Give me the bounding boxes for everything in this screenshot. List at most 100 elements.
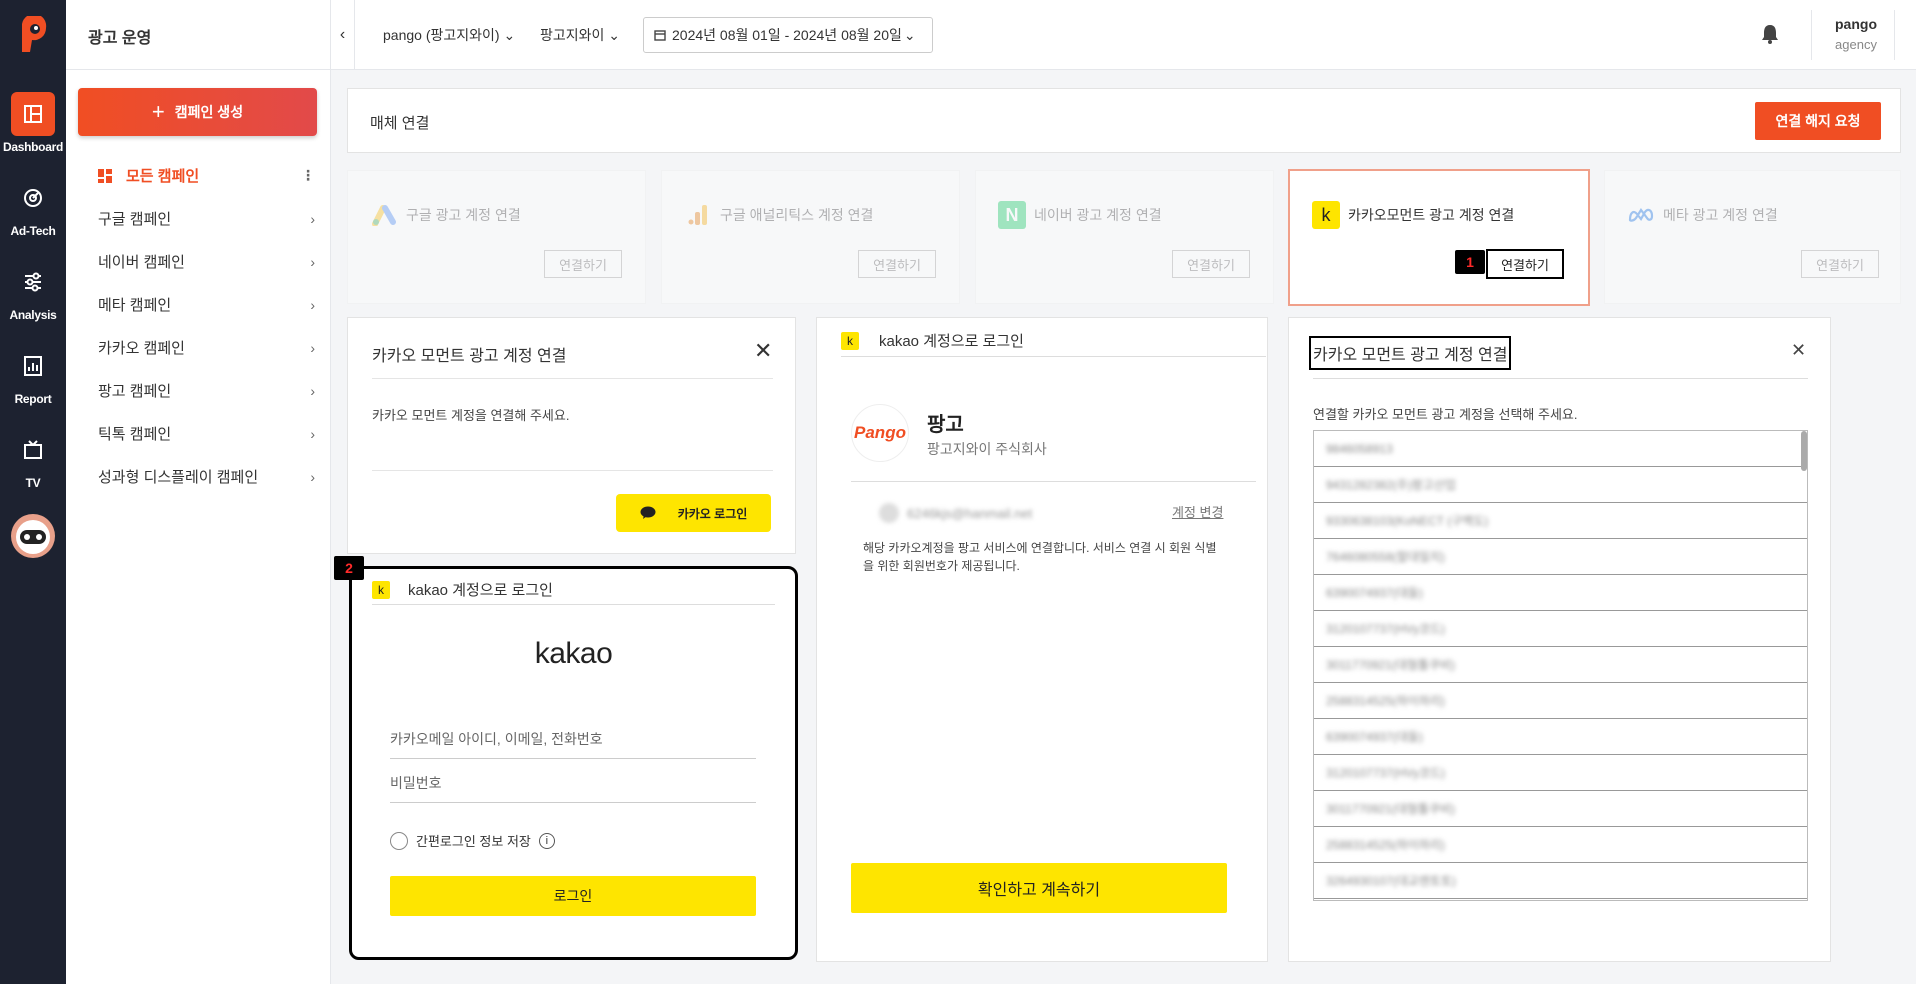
- section-title: 매체 연결: [370, 115, 430, 132]
- account-select-panel: 카카오 모먼트 광고 계정 연결 ✕ 연결할 카카오 모먼트 광고 계정을 선택…: [1288, 317, 1831, 962]
- change-account-link[interactable]: 계정 변경: [1172, 502, 1223, 521]
- date-range-value: 2024년 08월 01일 - 2024년 08월 20일: [672, 27, 902, 43]
- account-row[interactable]: 9431282382(주)팡고산업: [1314, 467, 1807, 503]
- rail-item-dashboard[interactable]: Dashboard: [0, 92, 66, 154]
- divider: [372, 378, 773, 379]
- sidebar-item-label: 팡고 캠페인: [98, 383, 172, 400]
- kakao-consent-panel: k kakao 계정으로 로그인 Pango 팡고 팡고지와이 주식회사 6246…: [816, 317, 1268, 962]
- sidebar-item-pango[interactable]: 팡고 캠페인 ›: [66, 369, 331, 412]
- account-row[interactable]: 9330638103(KoNECT (구백도): [1314, 503, 1807, 539]
- kakao-connect-panel: 카카오 모먼트 광고 계정 연결 ✕ 카카오 모먼트 계정을 연결해 주세요. …: [347, 317, 796, 554]
- sidebar-item-naver[interactable]: 네이버 캠페인 ›: [66, 240, 331, 283]
- more-vertical-icon[interactable]: ⋮: [301, 167, 315, 184]
- google-analytics-icon: [688, 205, 707, 225]
- connect-button[interactable]: 연결하기: [1172, 250, 1250, 278]
- account-id: 2588314525(하이하리): [1326, 694, 1445, 708]
- card-label: 카카오모먼트 광고 계정 연결: [1348, 207, 1515, 223]
- dashboard-icon: [24, 105, 42, 123]
- sidebar-item-tiktok[interactable]: 틱톡 캠페인 ›: [66, 412, 331, 455]
- rail-item-tv[interactable]: TV: [0, 428, 66, 490]
- rail-item-report[interactable]: Report: [0, 344, 66, 406]
- collapse-sidebar-button[interactable]: ‹: [331, 0, 355, 70]
- calendar-icon: [654, 30, 666, 41]
- info-icon[interactable]: i: [538, 832, 555, 849]
- chevron-right-icon: ›: [310, 296, 315, 313]
- sidebar-item-google[interactable]: 구글 캠페인 ›: [66, 197, 331, 240]
- account-row[interactable]: 3120107737(HVy코드): [1314, 611, 1807, 647]
- account-row[interactable]: 9846058913: [1314, 431, 1807, 467]
- user-menu[interactable]: pango agency: [1831, 16, 1881, 52]
- account-row[interactable]: 3011770921(대형톨쿠비): [1314, 791, 1807, 827]
- scrollbar[interactable]: [1801, 431, 1807, 471]
- top-bar: ‹ pango (팡고지와이) ⌄ 팡고지와이 ⌄ 2024년 08월 01일 …: [331, 0, 1916, 70]
- account-select[interactable]: pango (팡고지와이) ⌄: [383, 25, 515, 45]
- account-id: 6390074937(대들): [1326, 730, 1423, 744]
- account-row[interactable]: 6390074937(대들): [1314, 575, 1807, 611]
- service-name: 팡고: [927, 414, 964, 436]
- panel-description: 카카오 모먼트 계정을 연결해 주세요.: [372, 408, 570, 423]
- password-input[interactable]: 비밀번호: [390, 759, 756, 803]
- create-campaign-button[interactable]: + 캠페인 생성: [78, 88, 317, 136]
- sidebar-item-display[interactable]: 성과형 디스플레이 캠페인 ›: [66, 455, 331, 498]
- step-badge-2: 2: [334, 556, 364, 580]
- radio-circle[interactable]: [390, 831, 408, 850]
- chevron-left-icon: ‹: [339, 26, 346, 43]
- account-id: 3120107737(HVy코드): [1326, 766, 1446, 780]
- bell-icon[interactable]: [1761, 24, 1779, 44]
- tv-icon: [24, 440, 42, 459]
- kakao-login-button[interactable]: 카카오 로그인: [616, 494, 771, 532]
- panel-description: 연결할 카카오 모먼트 광고 계정을 선택해 주세요.: [1313, 407, 1578, 422]
- close-icon[interactable]: ✕: [754, 338, 772, 364]
- rail-item-adtech[interactable]: Ad-Tech: [0, 176, 66, 238]
- meta-icon: [1628, 208, 1654, 222]
- remember-login-checkbox[interactable]: 간편로그인 정보 저장 i: [390, 831, 555, 850]
- connect-button[interactable]: 연결하기: [544, 250, 622, 278]
- account-row[interactable]: 2588314525(하이하리): [1314, 827, 1807, 863]
- disconnect-request-button[interactable]: 연결 해지 요청: [1755, 102, 1881, 140]
- divider: [1811, 10, 1812, 60]
- account-row[interactable]: 3120107737(HVy코드): [1314, 755, 1807, 791]
- id-input[interactable]: 카카오메일 아이디, 이메일, 전화번호: [390, 715, 756, 759]
- account-row[interactable]: 7646080558(할대밀치): [1314, 539, 1807, 575]
- sidebar-item-label: 모든 캠페인: [126, 168, 200, 185]
- user-role: agency: [1835, 37, 1877, 52]
- card-label: 구글 광고 계정 연결: [406, 207, 521, 223]
- connect-button[interactable]: 연결하기: [1801, 250, 1879, 278]
- sidebar-item-all-campaigns[interactable]: 모든 캠페인 ⋮: [66, 154, 331, 197]
- account-row[interactable]: 3011770921(대형톨쿠비): [1314, 647, 1807, 683]
- account-list[interactable]: 9846058913 9431282382(주)팡고산업 9330638103(…: [1313, 430, 1808, 901]
- connect-button[interactable]: 연결하기: [1486, 249, 1564, 279]
- card-google-analytics: 구글 애널리틱스 계정 연결 연결하기: [661, 170, 960, 304]
- date-range-picker[interactable]: 2024년 08월 01일 - 2024년 08월 20일 ⌄: [643, 17, 933, 53]
- chevron-down-icon: ⌄: [608, 27, 621, 43]
- account-row[interactable]: 6390074937(대들): [1314, 719, 1807, 755]
- sidebar-item-label: 성과형 디스플레이 캠페인: [98, 469, 259, 486]
- sidebar-item-label: 메타 캠페인: [98, 297, 172, 314]
- connect-button[interactable]: 연결하기: [858, 250, 936, 278]
- rail-label: Report: [14, 392, 52, 406]
- card-label: 메타 광고 계정 연결: [1663, 207, 1778, 223]
- kakao-wordmark: kakao: [534, 637, 613, 670]
- account-row[interactable]: 3264930107(대교렌토토): [1314, 863, 1807, 899]
- naver-icon: N: [998, 201, 1026, 229]
- account-id: 9431282382(주)팡고산업: [1326, 478, 1456, 492]
- panel-header: kakao 계정으로 로그인: [408, 582, 553, 599]
- divider: [372, 470, 773, 471]
- sidebar-item-kakao[interactable]: 카카오 캠페인 ›: [66, 326, 331, 369]
- sidebar-item-meta[interactable]: 메타 캠페인 ›: [66, 283, 331, 326]
- login-button[interactable]: 로그인: [390, 876, 756, 916]
- card-google-ads: 구글 광고 계정 연결 연결하기: [347, 170, 646, 304]
- advertiser-select[interactable]: 팡고지와이 ⌄: [540, 25, 620, 45]
- app-logo-icon[interactable]: [14, 16, 52, 54]
- divider: [1313, 378, 1808, 379]
- rail-item-analysis[interactable]: Analysis: [0, 260, 66, 322]
- account-id: 9846058913: [1326, 441, 1393, 456]
- chatbot-icon[interactable]: [8, 510, 58, 560]
- confirm-continue-button[interactable]: 확인하고 계속하기: [851, 863, 1227, 913]
- kakao-moment-icon: k: [1312, 201, 1340, 229]
- panel-title: 카카오 모먼트 광고 계정 연결: [1309, 336, 1512, 370]
- account-row[interactable]: 2588314525(하이하리): [1314, 683, 1807, 719]
- close-icon[interactable]: ✕: [1791, 340, 1806, 361]
- advertiser-select-value: 팡고지와이: [540, 27, 605, 43]
- account-id: 3264930107(대교렌토토): [1326, 874, 1456, 888]
